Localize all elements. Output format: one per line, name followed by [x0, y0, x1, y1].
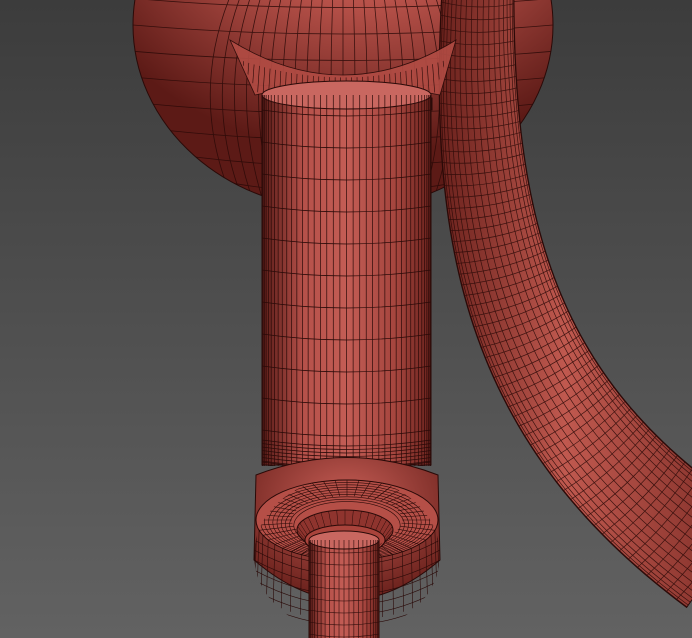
stem — [308, 530, 380, 638]
3d-viewport[interactable] — [0, 0, 692, 638]
wireframe-render — [0, 0, 692, 638]
main-cylinder — [261, 80, 432, 466]
